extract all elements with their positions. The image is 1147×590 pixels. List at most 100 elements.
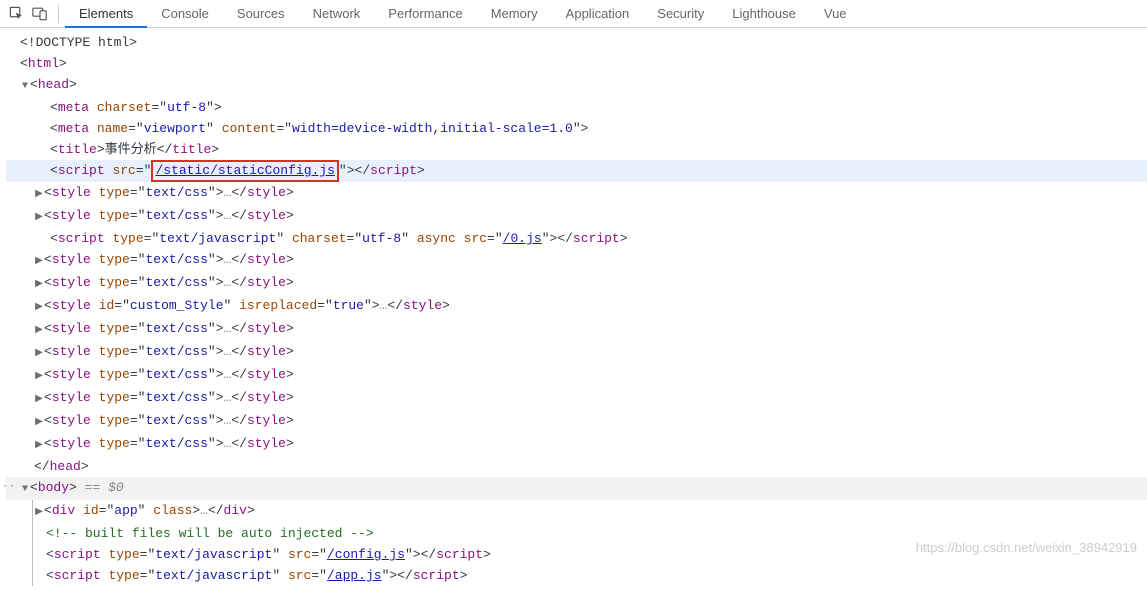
punct: </ bbox=[231, 413, 247, 428]
punct: " bbox=[272, 568, 280, 583]
punct: " bbox=[206, 100, 214, 115]
punct: </ bbox=[231, 367, 247, 382]
punct: </ bbox=[231, 185, 247, 200]
dom-node-style[interactable]: <style type="text/css">…</style> bbox=[6, 433, 1147, 456]
dom-node-style[interactable]: <style type="text/css">…</style> bbox=[6, 341, 1147, 364]
punct: </ bbox=[231, 321, 247, 336]
tab-elements[interactable]: Elements bbox=[65, 0, 147, 27]
inspect-element-icon[interactable] bbox=[4, 2, 28, 26]
punct: < bbox=[44, 436, 52, 451]
tab-sources[interactable]: Sources bbox=[223, 0, 299, 27]
dom-node-script-app[interactable]: <script type="text/javascript" src="/app… bbox=[6, 565, 1147, 586]
punct: > bbox=[216, 252, 224, 267]
punct: " bbox=[573, 121, 581, 136]
tab-console[interactable]: Console bbox=[147, 0, 223, 27]
dom-node-script-staticconfig[interactable]: <script src="/static/staticConfig.js"></… bbox=[6, 160, 1147, 182]
toggle-arrow-icon[interactable] bbox=[34, 435, 44, 456]
dom-node-doctype[interactable]: <!DOCTYPE html> bbox=[6, 32, 1147, 53]
dom-node-style-custom[interactable]: <style id="custom_Style" isreplaced="tru… bbox=[6, 295, 1147, 318]
toggle-arrow-icon[interactable] bbox=[34, 320, 44, 341]
toggle-arrow-icon[interactable] bbox=[34, 251, 44, 272]
punct: </ bbox=[355, 163, 371, 178]
dom-node-meta-viewport[interactable]: <meta name="viewport" content="width=dev… bbox=[6, 118, 1147, 139]
dom-node-script-0js[interactable]: <script type="text/javascript" charset="… bbox=[6, 228, 1147, 249]
toggle-arrow-icon[interactable] bbox=[34, 366, 44, 387]
punct: = bbox=[130, 344, 138, 359]
toggle-arrow-icon[interactable] bbox=[34, 502, 44, 523]
punct: > bbox=[372, 298, 380, 313]
tab-performance[interactable]: Performance bbox=[374, 0, 476, 27]
punct: > bbox=[286, 275, 294, 290]
toggle-arrow-icon[interactable] bbox=[34, 207, 44, 228]
punct: " bbox=[339, 163, 347, 178]
tag-script: script bbox=[573, 231, 620, 246]
tab-security[interactable]: Security bbox=[643, 0, 718, 27]
punct: < bbox=[44, 208, 52, 223]
punct: </ bbox=[421, 547, 437, 562]
dom-node-style[interactable]: <style type="text/css">…</style> bbox=[6, 249, 1147, 272]
link-0js[interactable]: /0.js bbox=[503, 231, 542, 246]
punct: </ bbox=[231, 252, 247, 267]
dom-node-style[interactable]: <style type="text/css">…</style> bbox=[6, 410, 1147, 433]
tag-style: style bbox=[247, 367, 286, 382]
dom-node-head-open[interactable]: <head> bbox=[6, 74, 1147, 97]
toggle-arrow-icon[interactable] bbox=[34, 184, 44, 205]
toolbar-divider bbox=[58, 5, 59, 23]
tab-network[interactable]: Network bbox=[299, 0, 375, 27]
toggle-arrow-icon[interactable] bbox=[34, 343, 44, 364]
tab-application[interactable]: Application bbox=[552, 0, 644, 27]
tag-script: script bbox=[413, 568, 460, 583]
dom-node-meta-charset[interactable]: <meta charset="utf-8"> bbox=[6, 97, 1147, 118]
toggle-arrow-icon[interactable] bbox=[34, 412, 44, 433]
link-app-js[interactable]: /app.js bbox=[327, 568, 382, 583]
comment-text: <!-- built files will be auto injected -… bbox=[46, 526, 374, 541]
device-toggle-icon[interactable] bbox=[28, 2, 52, 26]
dom-node-style[interactable]: <style type="text/css">…</style> bbox=[6, 318, 1147, 341]
dom-node-head-close[interactable]: </head> bbox=[6, 456, 1147, 477]
dom-node-style[interactable]: <style type="text/css">…</style> bbox=[6, 182, 1147, 205]
tab-memory[interactable]: Memory bbox=[477, 0, 552, 27]
dom-node-html-open[interactable]: <html> bbox=[6, 53, 1147, 74]
dom-node-style[interactable]: <style type="text/css">…</style> bbox=[6, 272, 1147, 295]
punct: " bbox=[208, 321, 216, 336]
tag-style: style bbox=[52, 298, 91, 313]
tag-style: style bbox=[52, 252, 91, 267]
punct: > bbox=[69, 480, 77, 495]
tag-style: style bbox=[247, 208, 286, 223]
punct: > bbox=[286, 185, 294, 200]
watermark-text: https://blog.csdn.net/weixin_38942919 bbox=[916, 540, 1137, 555]
punct: " bbox=[364, 298, 372, 313]
punct: " bbox=[325, 298, 333, 313]
dom-node-body-open[interactable]: ··<body> == $0 bbox=[6, 477, 1147, 500]
tab-lighthouse[interactable]: Lighthouse bbox=[718, 0, 810, 27]
dom-node-style[interactable]: <style type="text/css">…</style> bbox=[6, 205, 1147, 228]
attr-name: type bbox=[99, 436, 130, 451]
punct: < bbox=[50, 142, 58, 157]
punct: > bbox=[286, 208, 294, 223]
dom-node-title[interactable]: <title>事件分析</title> bbox=[6, 139, 1147, 160]
elements-tree[interactable]: <!DOCTYPE html> <html> <head> <meta char… bbox=[0, 28, 1147, 590]
dom-node-style[interactable]: <style type="text/css">…</style> bbox=[6, 364, 1147, 387]
punct: </ bbox=[231, 390, 247, 405]
attr-value: utf-8 bbox=[362, 231, 401, 246]
punct: > bbox=[81, 459, 89, 474]
toggle-arrow-icon[interactable] bbox=[34, 297, 44, 318]
punct: < bbox=[44, 413, 52, 428]
punct: > bbox=[216, 367, 224, 382]
link-config-js[interactable]: /config.js bbox=[327, 547, 405, 562]
punct: " bbox=[147, 568, 155, 583]
dom-node-style[interactable]: <style type="text/css">…</style> bbox=[6, 387, 1147, 410]
punct: " bbox=[206, 121, 214, 136]
attr-name: class bbox=[153, 503, 192, 518]
punct: " bbox=[138, 503, 146, 518]
toggle-arrow-icon[interactable] bbox=[34, 274, 44, 295]
dom-node-div-app[interactable]: <div id="app" class>…</div> bbox=[6, 500, 1147, 523]
link-staticconfig[interactable]: /static/staticConfig.js bbox=[155, 163, 334, 178]
toggle-arrow-icon[interactable] bbox=[20, 479, 30, 500]
tag-style: style bbox=[247, 252, 286, 267]
toggle-arrow-icon[interactable] bbox=[20, 76, 30, 97]
attr-name: src bbox=[112, 163, 135, 178]
toggle-arrow-icon[interactable] bbox=[34, 389, 44, 410]
punct: " bbox=[382, 568, 390, 583]
tab-vue[interactable]: Vue bbox=[810, 0, 861, 27]
